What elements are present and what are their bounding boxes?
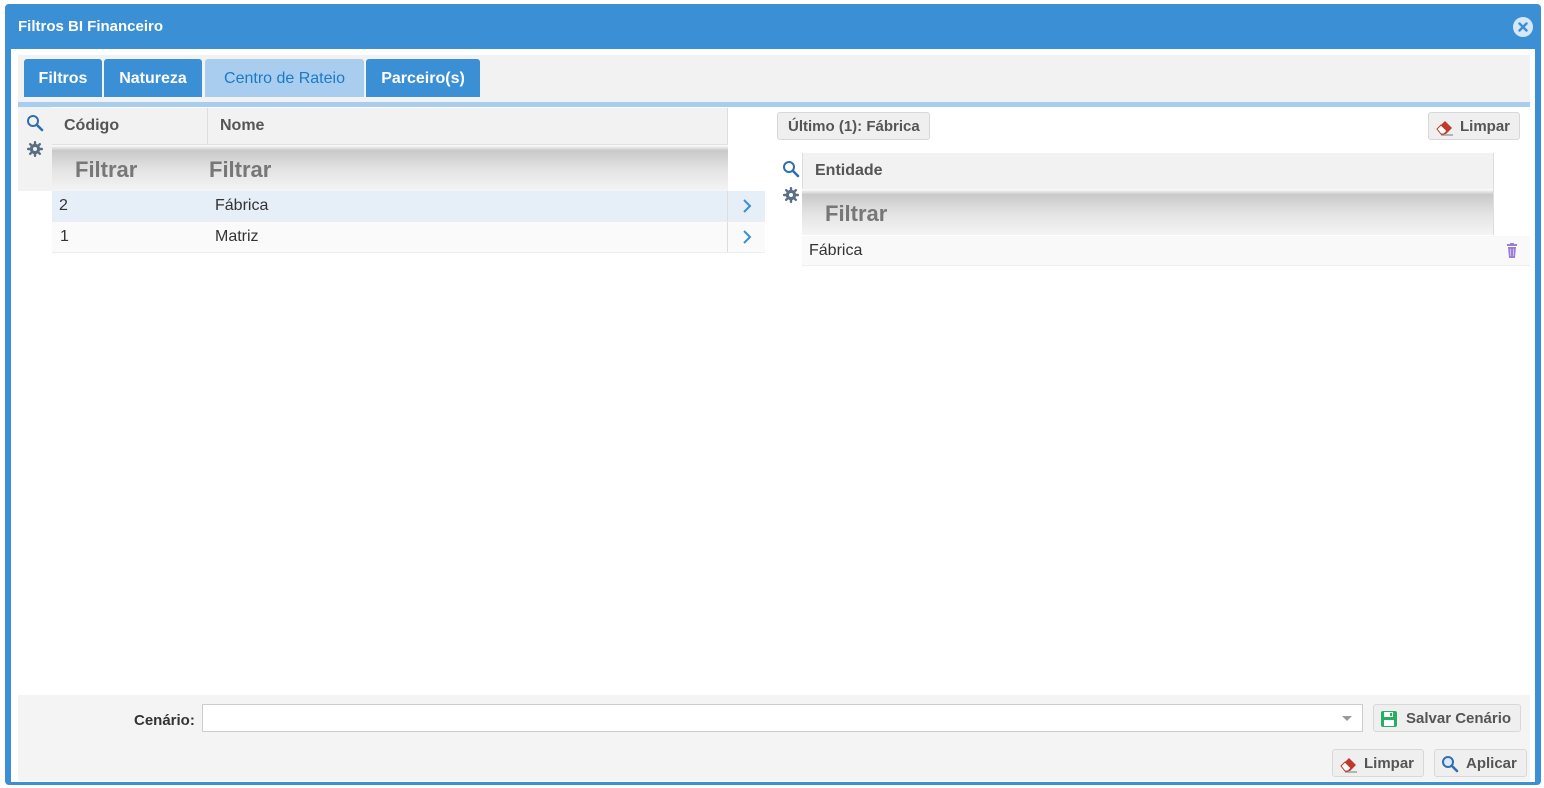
- chevron-right-icon[interactable]: [741, 198, 753, 214]
- scenario-label: Cenário:: [134, 712, 195, 729]
- eraser-icon: [1340, 758, 1357, 773]
- column-header-entidade[interactable]: Entidade: [815, 153, 883, 189]
- table-row[interactable]: 2 Fábrica: [52, 191, 765, 222]
- right-filter-row: Filtrar: [802, 189, 1493, 235]
- scenario-select[interactable]: [202, 704, 1363, 732]
- save-scenario-label: Salvar Cenário: [1406, 710, 1512, 727]
- right-grid-header: Entidade: [802, 153, 1494, 189]
- close-icon: [1514, 18, 1532, 36]
- column-divider: [1493, 153, 1494, 235]
- clear-label: Limpar: [1364, 755, 1415, 772]
- left-filter-row: Filtrar Filtrar: [52, 145, 728, 191]
- clear-button[interactable]: Limpar: [1332, 749, 1424, 777]
- gear-icon[interactable]: [782, 186, 800, 204]
- tab-natureza[interactable]: Natureza: [104, 59, 202, 97]
- gear-icon[interactable]: [26, 140, 44, 158]
- column-divider: [727, 191, 728, 221]
- filter-input-entidade[interactable]: Filtrar: [825, 201, 887, 227]
- trash-icon[interactable]: [1505, 243, 1519, 259]
- tab-parceiros[interactable]: Parceiro(s): [366, 59, 480, 97]
- tab-centro-de-rateio[interactable]: Centro de Rateio: [205, 59, 364, 97]
- tab-filtros[interactable]: Filtros: [24, 59, 102, 97]
- left-grid-toolbar: [18, 107, 52, 191]
- cell-codigo: 2: [59, 197, 68, 214]
- dialog-content: Filtros Natureza Centro de Rateio Parcei…: [11, 49, 1535, 782]
- filter-dialog: Filtros BI Financeiro Filtros Natureza C…: [5, 4, 1541, 785]
- filter-input-nome[interactable]: Filtrar: [209, 157, 271, 183]
- filter-input-codigo[interactable]: Filtrar: [75, 157, 137, 183]
- search-icon[interactable]: [26, 114, 44, 132]
- table-row[interactable]: Fábrica: [802, 236, 1530, 266]
- apply-label: Aplicar: [1466, 755, 1517, 772]
- last-selection-button[interactable]: Último (1): Fábrica: [777, 112, 930, 140]
- dialog-titlebar: Filtros BI Financeiro: [5, 4, 1541, 49]
- column-header-nome[interactable]: Nome: [220, 108, 264, 144]
- dialog-footer: Cenário: Salvar Cenário Limpar Aplicar: [18, 695, 1530, 781]
- save-icon: [1381, 711, 1397, 727]
- table-row[interactable]: 1 Matriz: [52, 222, 765, 253]
- cell-entidade: Fábrica: [809, 242, 863, 259]
- apply-button[interactable]: Aplicar: [1434, 749, 1527, 777]
- search-icon[interactable]: [782, 160, 800, 178]
- column-divider: [727, 222, 728, 252]
- cell-nome: Matriz: [215, 228, 259, 245]
- save-scenario-button[interactable]: Salvar Cenário: [1373, 704, 1521, 732]
- search-icon: [1442, 756, 1459, 773]
- dialog-title: Filtros BI Financeiro: [18, 18, 164, 35]
- clear-selection-label: Limpar: [1460, 118, 1511, 135]
- column-header-codigo[interactable]: Código: [64, 108, 119, 144]
- tab-underline: [18, 102, 1530, 107]
- clear-selection-button[interactable]: Limpar: [1428, 112, 1520, 140]
- left-grid-header: Código Nome: [52, 108, 728, 190]
- cell-nome: Fábrica: [215, 197, 269, 214]
- dropdown-caret-icon[interactable]: [1342, 716, 1352, 721]
- close-button[interactable]: [1513, 17, 1533, 37]
- chevron-right-icon[interactable]: [741, 229, 753, 245]
- cell-codigo: 1: [60, 228, 69, 245]
- eraser-icon: [1436, 121, 1453, 136]
